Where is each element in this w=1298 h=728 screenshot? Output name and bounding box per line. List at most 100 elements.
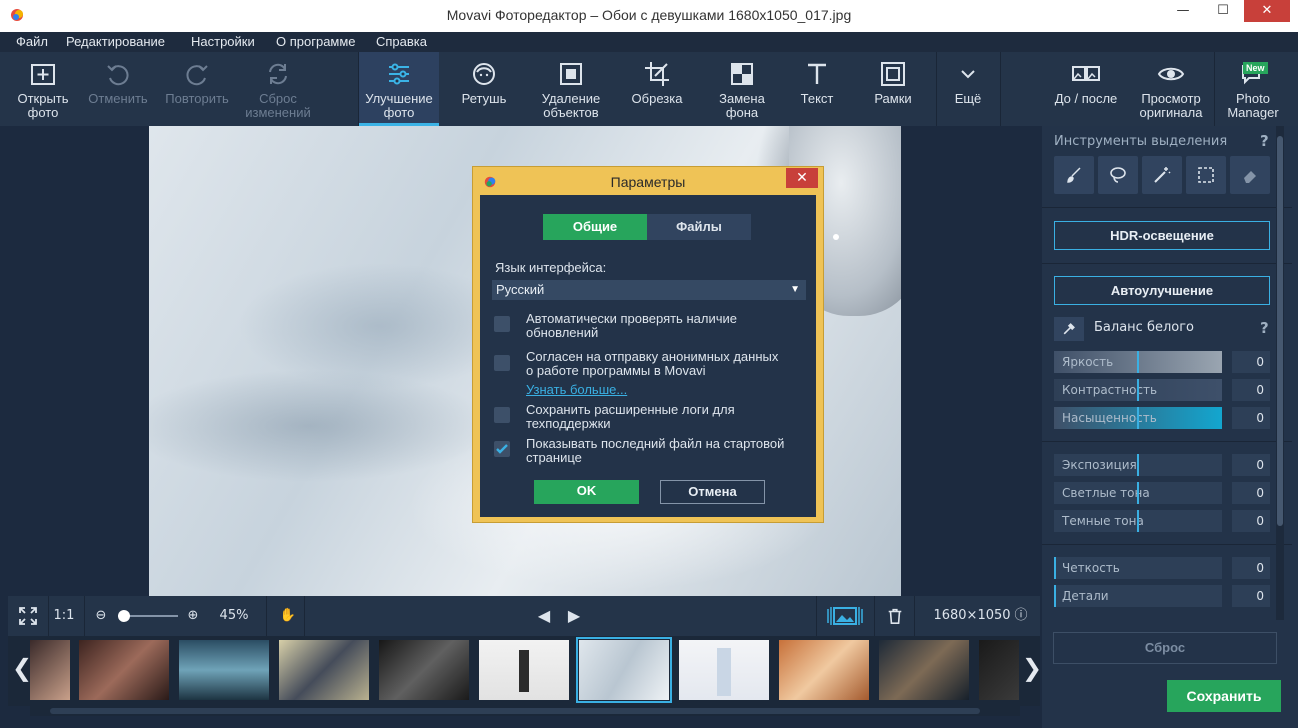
shadows-value[interactable]: 0 (1232, 510, 1270, 532)
anonymous-data-checkbox[interactable] (494, 355, 510, 371)
hand-tool-icon[interactable]: ✋ (274, 596, 302, 636)
details-slider[interactable]: Детали (1054, 585, 1222, 607)
minimize-button[interactable]: — (1168, 0, 1198, 22)
zoom-in-icon[interactable]: ⊕ (184, 596, 202, 636)
previous-photo-icon[interactable]: ◀ (534, 596, 554, 636)
zoom-slider-knob[interactable] (118, 610, 130, 622)
auto-enhance-button[interactable]: Автоулучшение (1054, 276, 1270, 305)
details-value[interactable]: 0 (1232, 585, 1270, 607)
exposure-value[interactable]: 0 (1232, 454, 1270, 476)
thumbnail[interactable] (30, 640, 70, 700)
thumbnail[interactable] (179, 640, 269, 700)
sharpness-value[interactable]: 0 (1232, 557, 1270, 579)
menu-file[interactable]: Файл (16, 34, 48, 49)
contrast-value[interactable]: 0 (1232, 379, 1270, 401)
ok-button[interactable]: OK (534, 480, 639, 504)
language-select[interactable]: Русский ▼ (492, 280, 806, 300)
tab-remove-objects[interactable]: Удаление объектов (528, 52, 614, 126)
help-icon[interactable]: ? (1260, 132, 1269, 150)
shadows-slider[interactable]: Темные тона (1054, 510, 1222, 532)
redo-button[interactable]: Повторить (158, 52, 236, 126)
info-icon[interactable]: ⓘ (1010, 596, 1032, 636)
help-icon[interactable]: ? (1260, 319, 1269, 337)
saturation-value[interactable]: 0 (1232, 407, 1270, 429)
tab-frames[interactable]: Рамки (858, 52, 928, 126)
thumbnail[interactable] (379, 640, 469, 700)
menu-help[interactable]: Справка (376, 34, 427, 49)
open-photo-button[interactable]: Открыть фото (6, 52, 80, 126)
thumbnail[interactable] (979, 640, 1019, 700)
thumbnail[interactable] (279, 640, 369, 700)
photo-manager-button[interactable]: Photo Manager New (1215, 52, 1291, 126)
tab-general[interactable]: Общие (543, 214, 647, 240)
extended-logs-label[interactable]: Сохранить расширенные логи для техподдерж… (526, 403, 816, 431)
anonymous-data-label[interactable]: Согласен на отправку анонимных данных о р… (526, 350, 816, 378)
cancel-button[interactable]: Отмена (660, 480, 765, 504)
extended-logs-checkbox[interactable] (494, 407, 510, 423)
thumbnail-selected[interactable] (576, 637, 672, 703)
slider-knob[interactable] (1054, 585, 1056, 607)
thumbnail[interactable] (779, 640, 869, 700)
highlights-value[interactable]: 0 (1232, 482, 1270, 504)
menu-about[interactable]: О программе (276, 34, 356, 49)
hdr-lighting-button[interactable]: HDR-освещение (1054, 221, 1270, 250)
highlights-slider[interactable]: Светлые тона (1054, 482, 1222, 504)
maximize-button[interactable]: ☐ (1208, 0, 1238, 22)
thumbnail[interactable] (79, 640, 169, 700)
tab-files[interactable]: Файлы (647, 214, 751, 240)
exposure-slider[interactable]: Экспозиция (1054, 454, 1222, 476)
eraser-tool[interactable] (1230, 156, 1270, 194)
panel-scrollbar[interactable] (1276, 126, 1284, 620)
tab-crop[interactable]: Обрезка (618, 52, 696, 126)
slider-knob[interactable] (1137, 351, 1139, 373)
brightness-slider[interactable]: Яркость (1054, 351, 1222, 373)
learn-more-link[interactable]: Узнать больше... (526, 382, 627, 397)
zoom-out-icon[interactable]: ⊖ (92, 596, 110, 636)
slider-knob[interactable] (1137, 379, 1139, 401)
filmstrip-scrollbar[interactable] (30, 706, 1020, 716)
brightness-value[interactable]: 0 (1232, 351, 1270, 373)
slider-knob[interactable] (1137, 454, 1139, 476)
fit-to-screen-button[interactable] (14, 596, 42, 636)
filmstrip-toggle-button[interactable] (824, 596, 866, 636)
auto-update-checkbox[interactable] (494, 316, 510, 332)
show-last-file-label[interactable]: Показывать последний файл на стартовой ст… (526, 437, 816, 465)
rect-select-tool[interactable] (1186, 156, 1226, 194)
sharpness-slider[interactable]: Четкость (1054, 557, 1222, 579)
zoom-slider[interactable] (118, 610, 178, 622)
dialog-close-button[interactable]: ✕ (786, 168, 818, 188)
lasso-select-tool[interactable] (1098, 156, 1138, 194)
thumbnail[interactable] (879, 640, 969, 700)
save-button[interactable]: Сохранить (1167, 680, 1281, 712)
slider-knob[interactable] (1137, 407, 1139, 429)
show-last-file-checkbox[interactable] (494, 441, 510, 457)
undo-button[interactable]: Отменить (82, 52, 154, 126)
slider-knob[interactable] (1137, 510, 1139, 532)
before-after-button[interactable]: До / после (1044, 52, 1128, 126)
thumbnail[interactable] (679, 640, 769, 700)
filmstrip-next-icon[interactable]: ❯ (1022, 654, 1042, 682)
slider-knob[interactable] (1054, 557, 1056, 579)
saturation-slider[interactable]: Насыщенность (1054, 407, 1222, 429)
delete-icon[interactable] (884, 596, 906, 636)
menu-settings[interactable]: Настройки (191, 34, 255, 49)
magic-wand-tool[interactable] (1142, 156, 1182, 194)
close-button[interactable]: ✕ (1244, 0, 1290, 22)
next-photo-icon[interactable]: ▶ (564, 596, 584, 636)
slider-knob[interactable] (1137, 482, 1139, 504)
tab-replace-background[interactable]: Замена фона (702, 52, 782, 126)
tab-retouch[interactable]: Ретушь (444, 52, 524, 126)
scrollbar-thumb[interactable] (50, 708, 980, 714)
auto-update-label[interactable]: Автоматически проверять наличие обновлени… (526, 312, 816, 340)
view-original-button[interactable]: Просмотр оригинала (1132, 52, 1210, 126)
reset-button[interactable]: Сброс (1053, 632, 1277, 664)
thumbnail[interactable] (479, 640, 569, 700)
scrollbar-thumb[interactable] (1277, 136, 1283, 526)
actual-size-button[interactable]: 1:1 (50, 596, 78, 636)
eyedropper-button[interactable] (1054, 317, 1084, 341)
reset-changes-button[interactable]: Сброс изменений (238, 52, 318, 126)
menu-edit[interactable]: Редактирование (66, 34, 165, 49)
brush-select-tool[interactable] (1054, 156, 1094, 194)
contrast-slider[interactable]: Контрастность (1054, 379, 1222, 401)
more-button[interactable]: Ещё (937, 52, 999, 126)
